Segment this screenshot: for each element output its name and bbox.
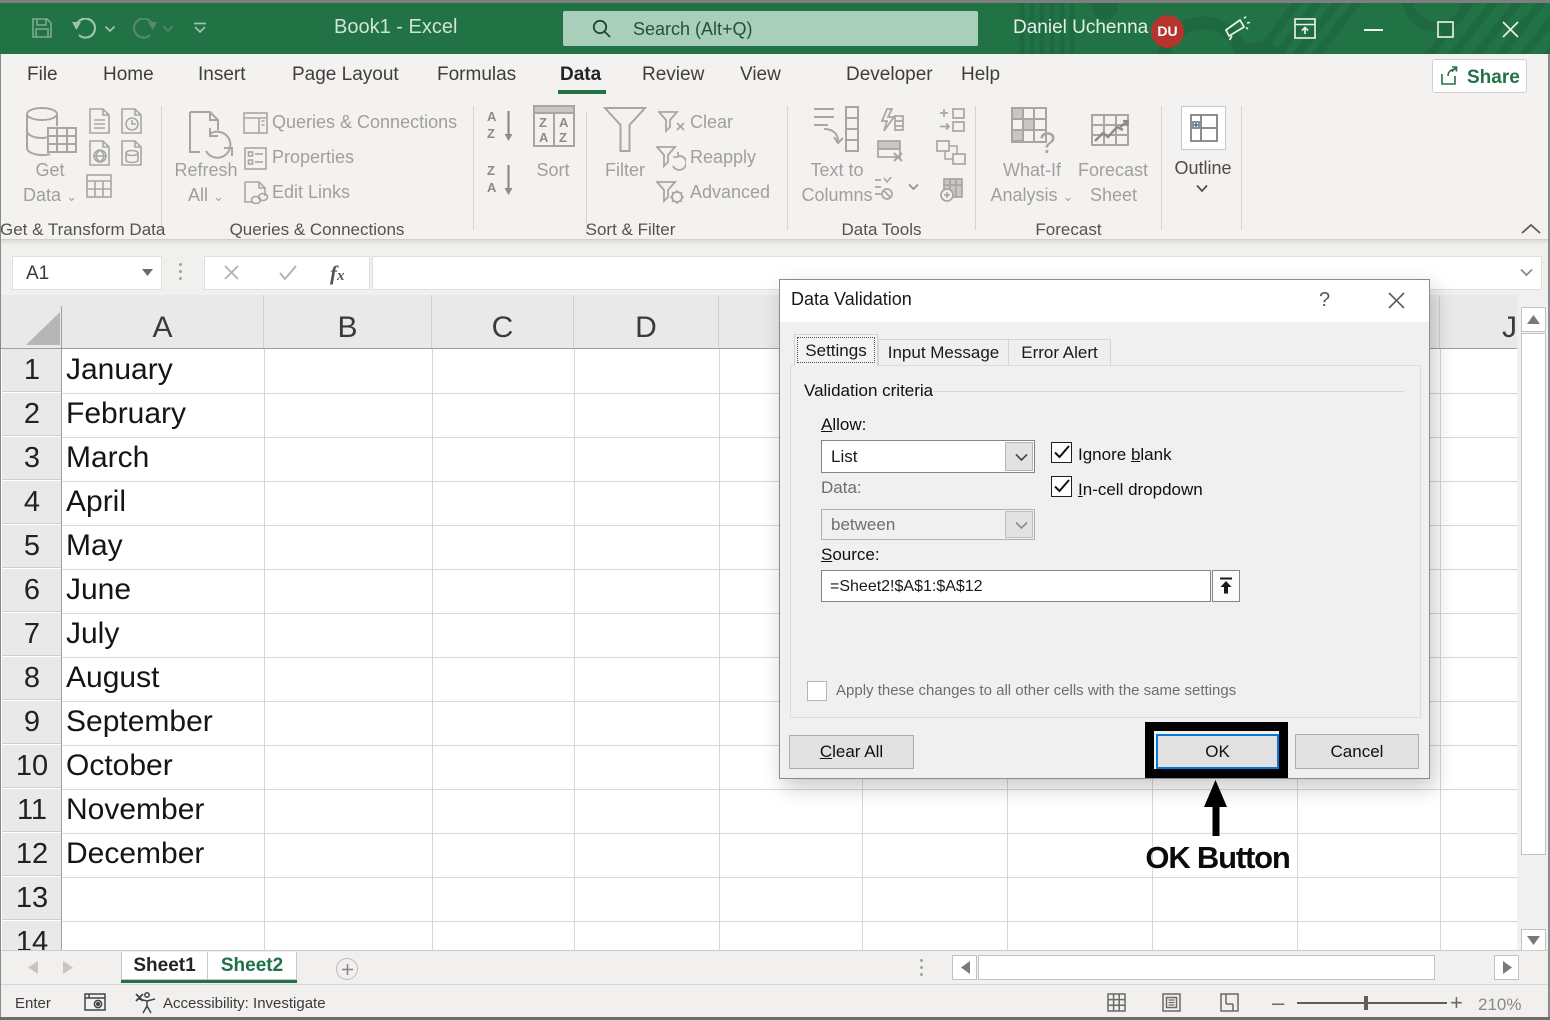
svg-text:A: A	[487, 109, 497, 124]
svg-text:A: A	[559, 115, 569, 130]
svg-text:Z: Z	[487, 163, 495, 178]
svg-text:A: A	[539, 130, 549, 145]
svg-text:?: ?	[1039, 127, 1056, 155]
svg-text:A: A	[487, 180, 497, 195]
svg-text:Z: Z	[487, 126, 495, 141]
svg-text:Z: Z	[559, 130, 567, 145]
svg-text:Z: Z	[539, 115, 547, 130]
